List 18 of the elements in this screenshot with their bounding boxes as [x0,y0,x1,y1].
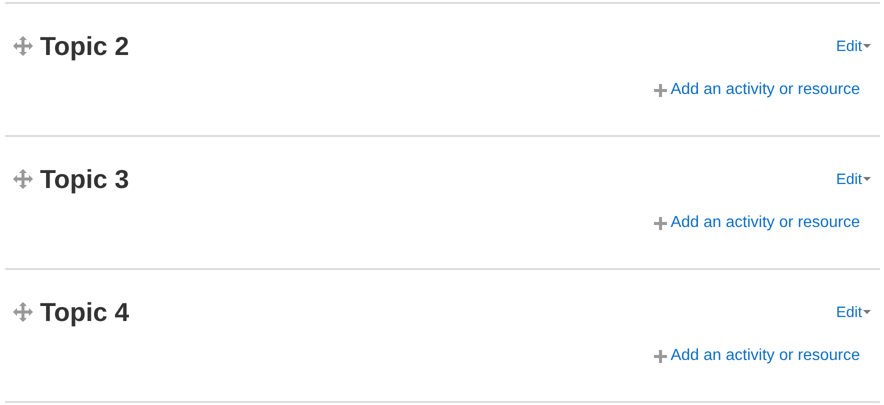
edit-menu-link[interactable]: Edit [836,38,871,54]
plus-icon [654,350,667,362]
move-icon[interactable] [13,169,33,189]
caret-icon [863,44,871,48]
add-activity-link[interactable]: Add an activity or resource [654,347,860,365]
caret-icon [863,310,871,314]
section-title: Topic 2 [40,30,130,62]
add-activity-link[interactable]: Add an activity or resource [654,214,860,232]
move-icon[interactable] [13,302,33,322]
add-activity-link[interactable]: Add an activity or resource [654,81,860,99]
edit-menu-link[interactable]: Edit [836,170,871,188]
section-title: Topic 3 [40,164,130,194]
plus-icon [654,84,667,96]
move-icon[interactable] [13,36,33,56]
caret-icon [863,176,871,182]
edit-menu-link[interactable]: Edit [836,304,871,320]
plus-icon [654,216,667,230]
section-title: Topic 4 [40,296,130,328]
